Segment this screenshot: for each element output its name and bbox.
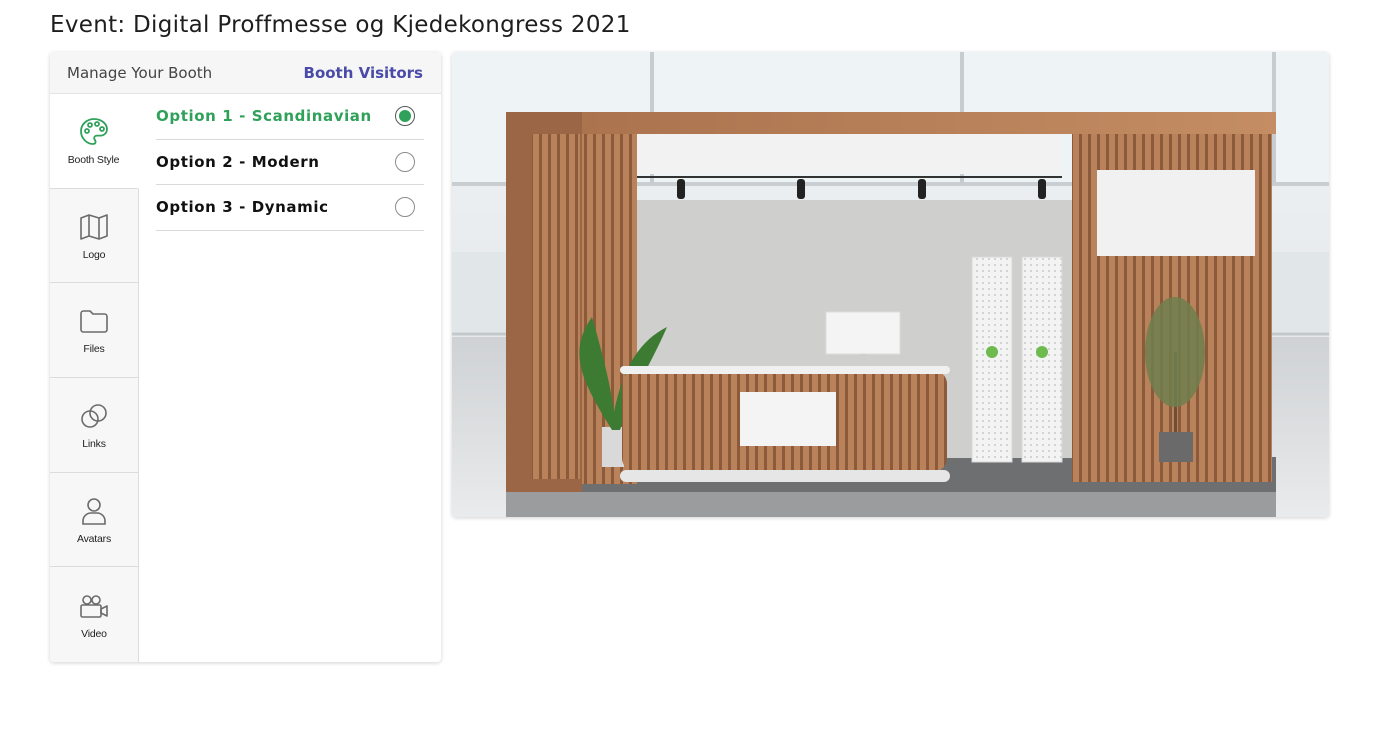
link-icon: [81, 404, 107, 428]
manage-booth-panel: Manage Your Booth Booth Visitors Booth S…: [50, 52, 441, 662]
folder-icon: [80, 310, 108, 334]
sidebar-item-avatars[interactable]: Avatars: [50, 472, 138, 568]
option-label: Option 2 - Modern: [156, 152, 320, 171]
sidebar-item-video[interactable]: Video: [50, 567, 138, 662]
panel-header: Manage Your Booth Booth Visitors: [50, 52, 441, 94]
booth-sidebar: Booth Style Logo Files Links Avatars Vid…: [50, 94, 139, 662]
palette-icon: [79, 117, 108, 145]
option-label: Option 1 - Scandinavian: [156, 107, 372, 126]
radio-button[interactable]: [395, 106, 415, 127]
radio-button[interactable]: [395, 197, 415, 218]
event-title: Event: Digital Proffmesse og Kjedekongre…: [50, 12, 631, 38]
map-icon: [80, 213, 108, 240]
radio-button[interactable]: [395, 151, 415, 172]
booth-preview-image: [452, 52, 1329, 517]
sidebar-item-label: Avatars: [76, 532, 111, 545]
sidebar-item-label: Video: [81, 627, 107, 640]
sidebar-item-label: Links: [82, 437, 106, 450]
option-label: Option 3 - Dynamic: [156, 198, 329, 217]
radio-selected-dot: [399, 110, 411, 123]
booth-style-options: Option 1 - Scandinavian Option 2 - Moder…: [139, 94, 441, 662]
sidebar-item-links[interactable]: Links: [50, 378, 138, 473]
sidebar-item-files[interactable]: Files: [50, 283, 138, 379]
booth-visitors-link[interactable]: Booth Visitors: [304, 64, 423, 82]
option-scandinavian[interactable]: Option 1 - Scandinavian: [156, 94, 424, 140]
video-camera-icon: [80, 594, 108, 618]
sidebar-item-label: Logo: [82, 248, 106, 261]
manage-booth-label: Manage Your Booth: [67, 63, 213, 82]
sidebar-item-booth-style[interactable]: Booth Style: [50, 94, 139, 189]
option-dynamic[interactable]: Option 3 - Dynamic: [156, 185, 424, 231]
option-modern[interactable]: Option 2 - Modern: [156, 140, 424, 185]
sidebar-item-label: Booth Style: [67, 153, 120, 166]
sidebar-item-label: Files: [83, 343, 105, 356]
sidebar-item-logo[interactable]: Logo: [50, 188, 138, 284]
user-icon: [82, 497, 106, 525]
